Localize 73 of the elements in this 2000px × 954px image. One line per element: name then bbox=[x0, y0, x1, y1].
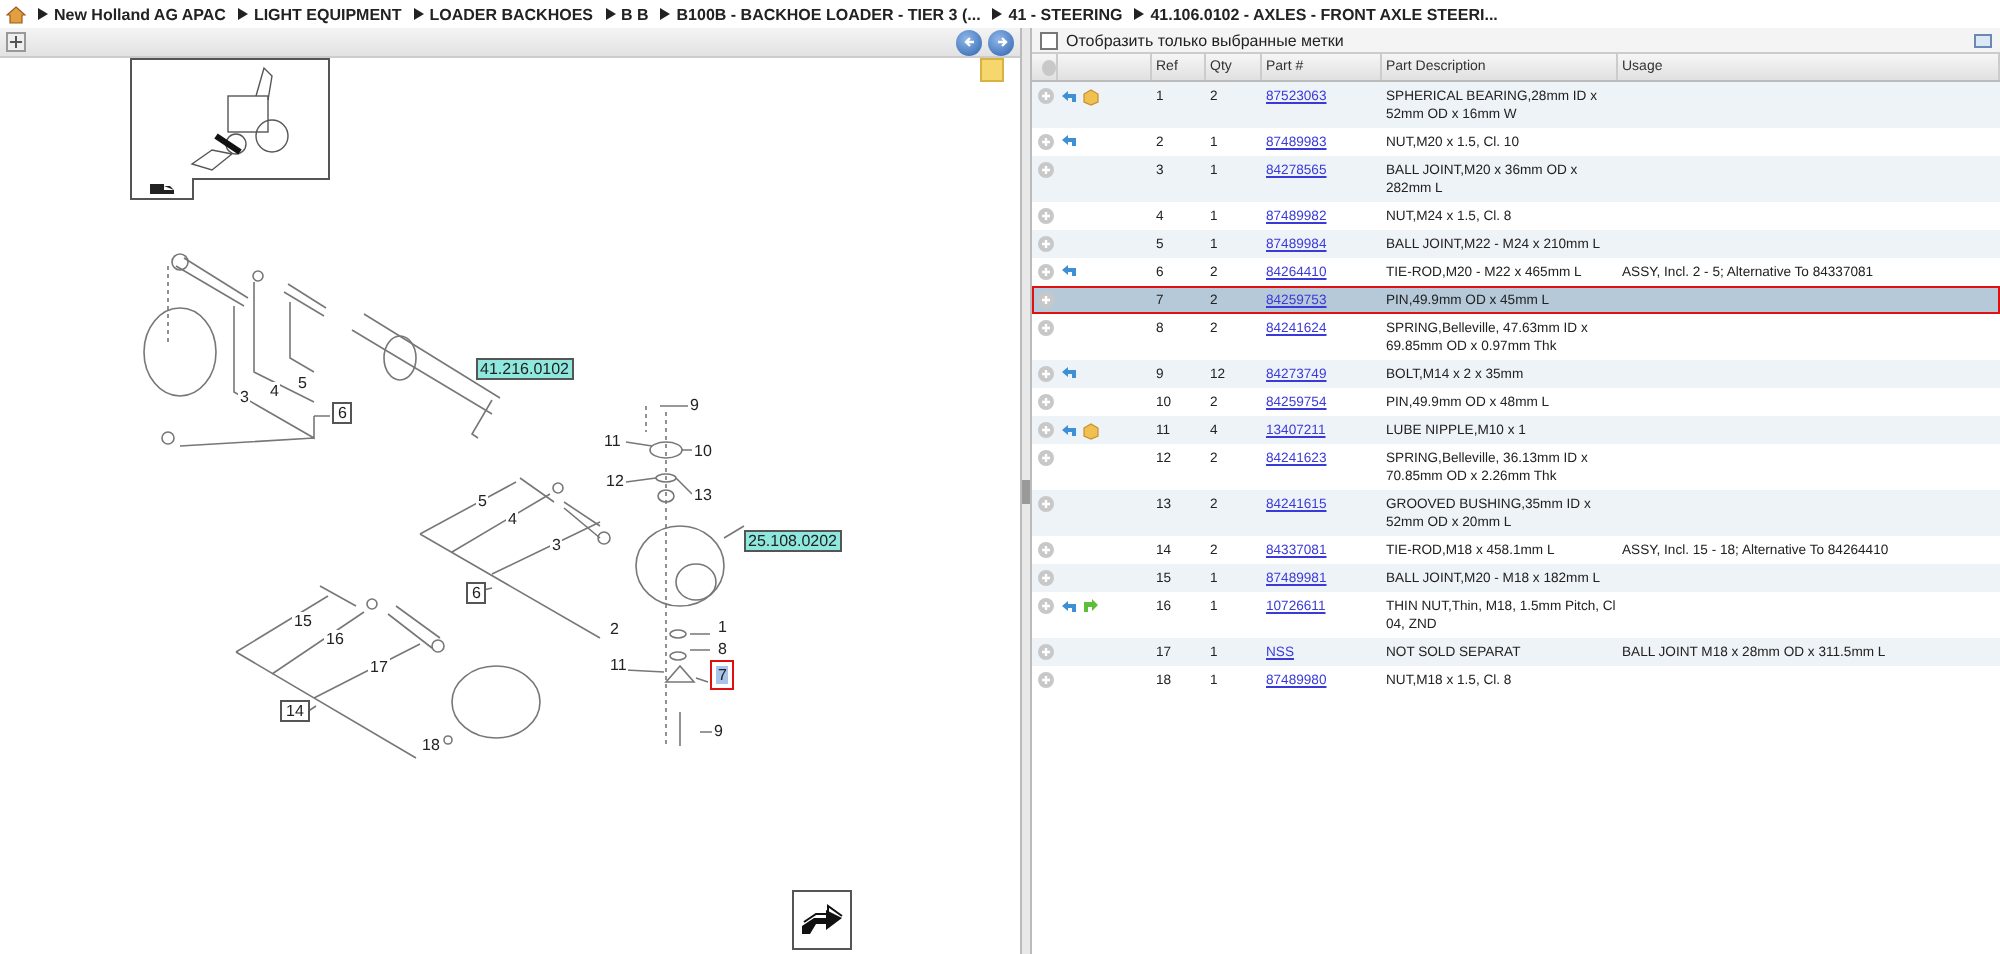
callout-label[interactable]: 9 bbox=[712, 722, 725, 740]
expand-icon[interactable] bbox=[1038, 394, 1054, 410]
callout-label[interactable]: 4 bbox=[268, 382, 281, 400]
package-icon bbox=[1082, 88, 1100, 106]
forward-button[interactable] bbox=[988, 29, 1014, 55]
back-button[interactable] bbox=[956, 29, 982, 55]
callout-label[interactable]: 16 bbox=[324, 630, 346, 648]
return-arrow-icon bbox=[1060, 599, 1078, 613]
group-link[interactable]: 41.216.0102 bbox=[476, 358, 573, 380]
group-link[interactable]: 25.108.0202 bbox=[744, 530, 841, 552]
expand-icon[interactable] bbox=[1038, 88, 1054, 104]
splitter-handle[interactable] bbox=[1022, 479, 1030, 503]
expand-all-icon[interactable] bbox=[1042, 59, 1056, 75]
expand-icon[interactable] bbox=[1038, 292, 1054, 308]
callout-label[interactable]: 6 bbox=[466, 582, 487, 604]
callout-label[interactable]: 5 bbox=[476, 492, 489, 510]
breadcrumb-link[interactable]: LIGHT EQUIPMENT bbox=[253, 5, 402, 23]
breadcrumb-link[interactable]: New Holland AG APAC bbox=[54, 5, 226, 23]
expand-icon[interactable] bbox=[1038, 320, 1054, 336]
callout-label[interactable]: 17 bbox=[368, 658, 390, 676]
breadcrumb-link[interactable]: B100B - BACKHOE LOADER - TIER 3 (... bbox=[676, 5, 981, 23]
callout-label[interactable]: 12 bbox=[604, 472, 626, 490]
expand-icon[interactable] bbox=[1038, 134, 1054, 150]
machine-thumbnail[interactable] bbox=[130, 58, 330, 180]
expand-icon[interactable] bbox=[1038, 236, 1054, 252]
arrow-right-icon bbox=[993, 34, 1009, 50]
return-arrow-icon bbox=[1060, 134, 1078, 148]
expand-icon[interactable] bbox=[1038, 366, 1054, 382]
expand-icon[interactable] bbox=[1038, 570, 1054, 586]
callout-label[interactable]: 3 bbox=[238, 388, 251, 406]
truck-tab[interactable] bbox=[130, 178, 194, 200]
callout-label[interactable]: 14 bbox=[280, 700, 310, 722]
expand-icon[interactable] bbox=[1038, 672, 1054, 688]
callout-label[interactable]: 11 bbox=[602, 432, 623, 450]
home-icon[interactable] bbox=[6, 5, 26, 23]
return-arrow-icon bbox=[1060, 424, 1078, 438]
expand-icon[interactable] bbox=[1038, 422, 1054, 438]
expand-panel-button[interactable] bbox=[6, 32, 26, 52]
callout-label[interactable]: 11 bbox=[608, 656, 629, 674]
callout-label[interactable]: 5 bbox=[296, 374, 309, 392]
expand-icon[interactable] bbox=[1038, 208, 1054, 224]
callout-label[interactable]: 6 bbox=[332, 402, 353, 424]
callout-label[interactable]: 2 bbox=[608, 620, 621, 638]
expand-icon[interactable] bbox=[1038, 542, 1054, 558]
truck-icon bbox=[150, 182, 174, 194]
callout-label[interactable]: 9 bbox=[688, 396, 701, 414]
callout-label[interactable]: 8 bbox=[716, 640, 729, 658]
callout-label[interactable]: 15 bbox=[292, 612, 314, 630]
return-arrow-icon bbox=[1060, 264, 1078, 278]
callout-label[interactable]: 4 bbox=[506, 510, 519, 528]
breadcrumb-link[interactable]: 41 - STEERING bbox=[1008, 5, 1123, 23]
forward-arrow-icon bbox=[1082, 598, 1100, 614]
callout-label[interactable]: 10 bbox=[692, 442, 714, 460]
expand-icon[interactable] bbox=[1038, 162, 1054, 178]
callout-label[interactable]: 1 bbox=[716, 618, 729, 636]
arrow-left-icon bbox=[961, 34, 977, 50]
callout-label[interactable]: 3 bbox=[550, 536, 563, 554]
return-arrow-icon bbox=[1060, 366, 1078, 380]
return-arrow-icon bbox=[1060, 90, 1078, 104]
expand-icon[interactable] bbox=[1038, 496, 1054, 512]
package-icon bbox=[1082, 422, 1100, 440]
breadcrumb-link[interactable]: 41.106.0102 - AXLES - FRONT AXLE STEERI... bbox=[1150, 5, 1498, 23]
callout-label[interactable]: 13 bbox=[692, 486, 714, 504]
expand-icon[interactable] bbox=[1038, 644, 1054, 660]
callout-label[interactable]: 18 bbox=[420, 736, 442, 754]
breadcrumb-link[interactable]: B B bbox=[621, 5, 649, 23]
expand-icon[interactable] bbox=[1038, 598, 1054, 614]
next-page-button[interactable] bbox=[792, 890, 852, 950]
grid-icon[interactable] bbox=[1974, 33, 1992, 47]
breadcrumb-link[interactable]: LOADER BACKHOES bbox=[429, 5, 593, 23]
callout-label[interactable]: 7 bbox=[716, 666, 729, 684]
expand-icon[interactable] bbox=[1038, 450, 1054, 466]
expand-icon[interactable] bbox=[1038, 264, 1054, 280]
